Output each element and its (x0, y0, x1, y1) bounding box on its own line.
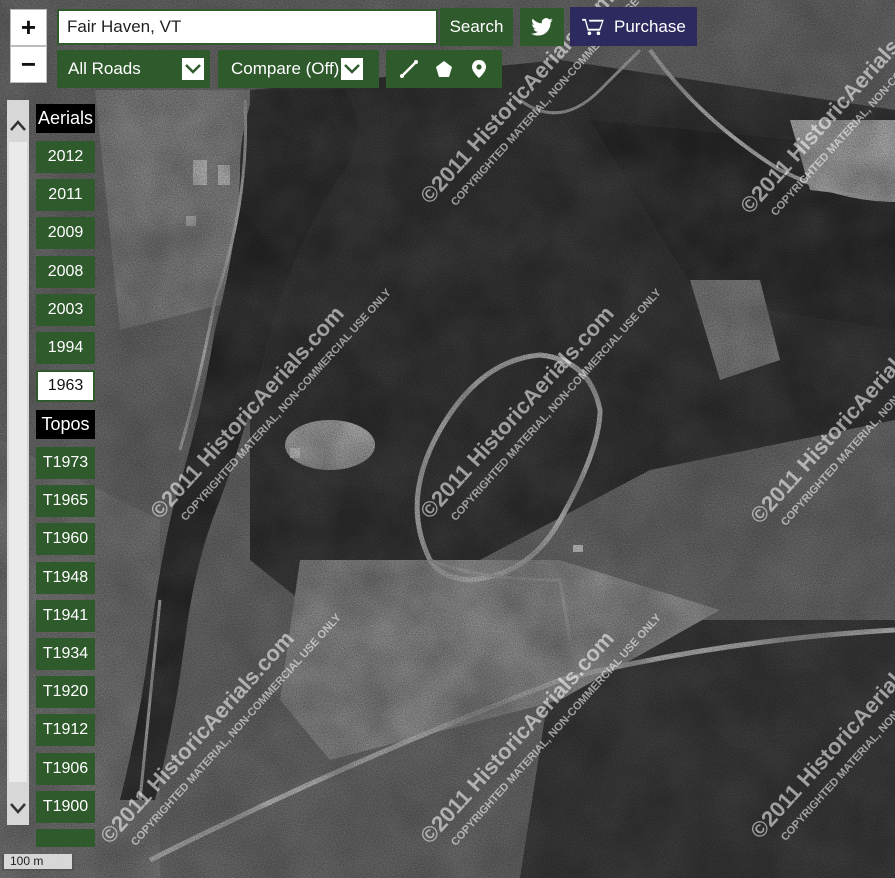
topo-year-T1965[interactable]: T1965 (36, 485, 95, 518)
polygon-tool-icon[interactable] (434, 59, 454, 79)
marker-tool-icon[interactable] (469, 59, 489, 79)
year-scrollbar[interactable] (7, 100, 29, 825)
chevron-down-icon (182, 58, 204, 80)
cart-icon (582, 18, 604, 35)
twitter-button[interactable] (520, 8, 564, 46)
zoom-in-button[interactable]: + (10, 9, 47, 46)
chevron-down-icon[interactable] (9, 801, 27, 815)
aerials-header: Aerials (36, 104, 95, 133)
aerial-year-2011[interactable]: 2011 (36, 179, 95, 212)
topo-year-T1900[interactable]: T1900 (36, 790, 95, 823)
aerial-year-2009[interactable]: 2009 (36, 217, 95, 250)
search-button[interactable]: Search (440, 8, 513, 46)
topo-year-T1912[interactable]: T1912 (36, 714, 95, 747)
topo-year-T1973[interactable]: T1973 (36, 447, 95, 479)
topo-year-T1960[interactable]: T1960 (36, 523, 95, 556)
roads-select[interactable]: All Roads (57, 50, 210, 88)
compare-select-value: Compare (Off) (231, 59, 340, 78)
topo-year-T1948[interactable]: T1948 (36, 561, 95, 594)
topo-year-T1920[interactable]: T1920 (36, 676, 95, 709)
purchase-button[interactable]: Purchase (570, 7, 697, 46)
compare-select[interactable]: Compare (Off) (218, 50, 379, 88)
scale-bar: 100 m (2, 854, 74, 871)
zoom-out-button[interactable]: − (10, 46, 47, 83)
topo-year-T1934[interactable]: T1934 (36, 638, 95, 670)
chevron-up-icon[interactable] (9, 118, 27, 132)
chevron-down-icon (341, 58, 364, 80)
aerial-year-2008[interactable]: 2008 (36, 255, 95, 288)
search-input[interactable] (57, 9, 438, 45)
topo-year-T1941[interactable]: T1941 (36, 599, 95, 632)
purchase-label: Purchase (614, 16, 686, 36)
scrollbar-thumb[interactable] (9, 142, 27, 782)
aerial-year-1994[interactable]: 1994 (36, 332, 95, 364)
topo-year-T1906[interactable]: T1906 (36, 752, 95, 785)
aerial-year-2012[interactable]: 2012 (36, 141, 95, 173)
topo-year-partial[interactable] (36, 829, 95, 847)
twitter-icon (531, 18, 553, 36)
aerial-year-1963[interactable]: 1963 (36, 370, 95, 403)
aerial-year-2003[interactable]: 2003 (36, 293, 95, 326)
roads-select-value: All Roads (68, 59, 141, 78)
drawing-toolbar (386, 50, 502, 88)
aerial-map[interactable]: ©2011 HistoricAerials.comCOPYRIGHTED MAT… (0, 0, 895, 878)
topos-header: Topos (36, 410, 95, 439)
line-tool-icon[interactable] (399, 59, 419, 79)
